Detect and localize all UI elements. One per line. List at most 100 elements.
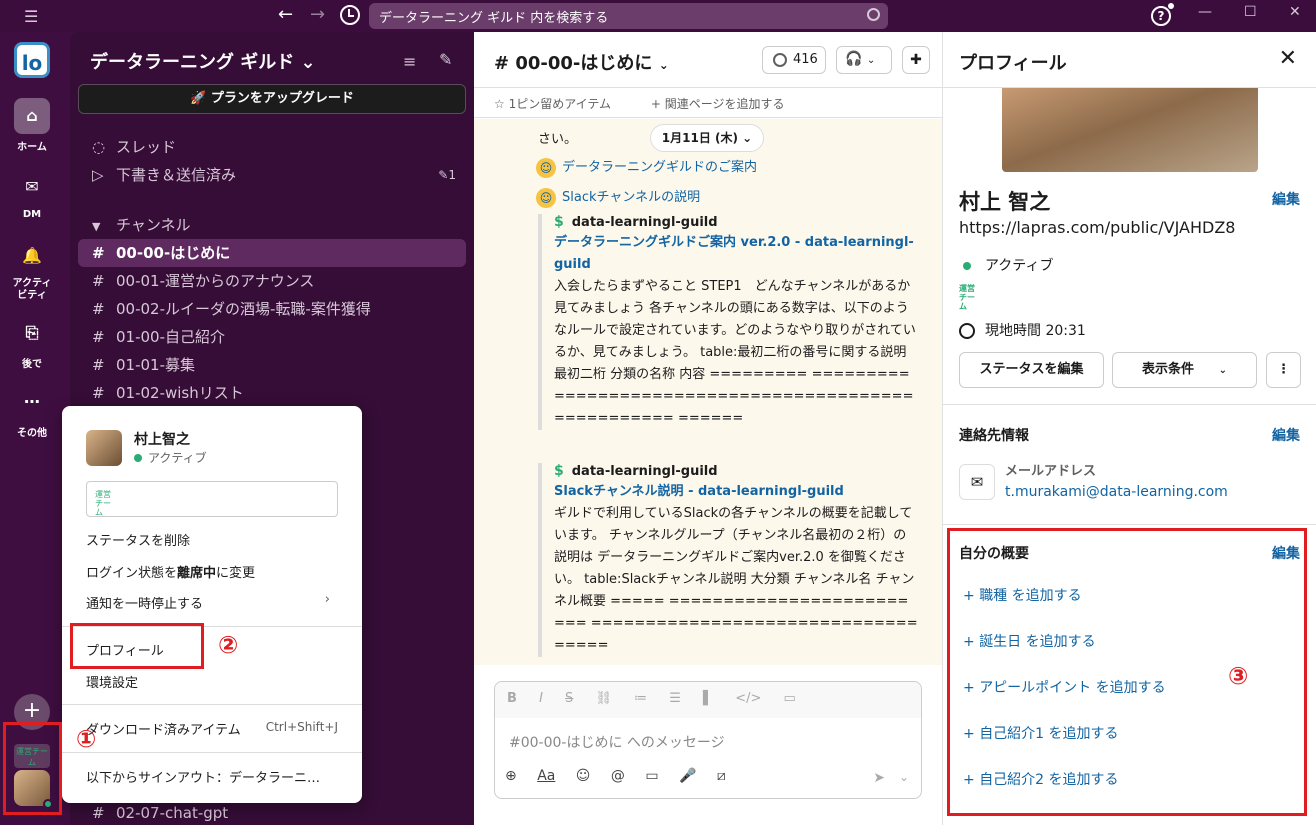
channel-title[interactable]: # 00-00-はじめに ⌄ [494,49,669,75]
sidebar-channel[interactable]: #00-00-はじめに [78,239,466,267]
huddle-button[interactable]: 🎧 ⌄ [836,46,892,74]
italic-icon[interactable]: I [539,691,543,706]
channel-label: 01-01-募集 [116,356,195,374]
upgrade-button[interactable]: 🚀 プランをアップグレード [78,84,466,114]
profile-photo[interactable] [1002,88,1258,172]
attachment-title[interactable]: Slackチャンネル説明 - data-learningl-guild [554,481,918,503]
set-away-item[interactable]: ログイン状態を離席中に変更 [86,562,255,581]
edit-status-button[interactable]: ステータスを編集 [959,352,1104,388]
strike-icon[interactable]: S [565,691,573,706]
pause-notifications-item[interactable]: 通知を一時停止する [86,593,203,612]
edit-contact-link[interactable]: 編集 [1272,425,1300,445]
bullet-list-icon[interactable]: ☰ [669,691,681,706]
history-icon[interactable] [340,5,360,25]
close-window-icon[interactable]: ✕ [1289,4,1301,20]
chevron-down-icon[interactable]: ⌄ [899,770,909,784]
sidebar-channel[interactable]: #01-02-wishリスト [78,379,466,407]
annotation-2: ② [218,631,239,659]
chevron-down-icon: ⌄ [300,52,316,73]
view-options-button[interactable]: 表示条件 ⌄ [1112,352,1257,388]
search-input[interactable]: データラーニング ギルド 内を検索する [369,3,888,29]
preferences-item[interactable]: 環境設定 [86,672,138,691]
rail-activity[interactable]: 🔔 アクティビティ [0,238,64,302]
chevron-down-icon: ⌄ [658,58,669,72]
code-icon[interactable]: </> [735,691,761,706]
text-format-icon[interactable]: Aa [537,768,555,784]
workspace-name[interactable]: データラーニング ギルド ⌄ [90,48,316,74]
local-time: 現地時間 20:31 [959,320,1086,340]
forward-arrow-icon[interactable]: → [310,4,325,25]
annotation-1: ① [76,725,97,753]
emoji-icon[interactable]: ☺ [576,768,591,784]
view-options-label: 表示条件 [1142,362,1195,377]
menu-icon[interactable]: ☰ [24,7,38,26]
more-options-button[interactable]: ⋮ [1266,352,1301,388]
scrapbox-icon: $ [554,214,564,230]
plus-icon[interactable]: ⊕ [505,768,517,784]
pinned-items[interactable]: ☆ 1ピン留めアイテム [494,97,629,111]
microphone-icon[interactable]: 🎤 [679,768,696,784]
rail-later[interactable]: ⎘ 後で [0,315,64,370]
channel-label: 00-02-ルイーダの酒場-転職-案件獲得 [116,300,371,318]
members-button[interactable]: 416 [762,46,826,74]
message-composer[interactable]: B I S ⛓ ≔ ☰ ▌ </> ▭ #00-00-はじめに へのメッセージ … [494,681,922,799]
sidebar-channel[interactable]: #00-01-運営からのアナウンス [78,267,466,295]
email-label: メールアドレス [1005,464,1097,479]
channel-label: 01-02-wishリスト [116,384,244,402]
divider [62,704,362,705]
rail-more[interactable]: ⋯ その他 [0,384,64,439]
attachment-title[interactable]: データラーニングギルドご案内 ver.2.0 - data-learningl-… [554,232,918,276]
sign-out-item[interactable]: 以下からサインアウト：データラーニ… [86,767,320,786]
slash-icon[interactable]: ⧄ [717,768,726,784]
channels-header[interactable]: ▼ チャンネル [78,211,466,239]
code-block-icon[interactable]: ▭ [784,691,796,706]
help-icon[interactable]: ? [1151,6,1171,26]
sidebar-channel[interactable]: #01-01-募集 [78,351,466,379]
send-icon: ▷ [92,166,104,184]
headphones-icon: 🎧 [845,51,863,67]
hash-icon: # [92,356,105,374]
canvas-button[interactable]: ✚ [902,46,930,74]
edit-profile-link[interactable]: 編集 [1272,189,1300,209]
divider [943,404,1316,405]
hash-icon: # [92,384,105,402]
clear-status-item[interactable]: ステータスを削除 [86,530,190,549]
date-divider[interactable]: 1月11日 (木) ⌄ [650,124,764,152]
caret-down-icon: ▼ [92,220,101,233]
downloads-item[interactable]: ダウンロード済みアイテム [86,719,241,738]
attachment-body: ギルドで利用しているSlackの各チャンネルの概要を記載しています。 チャンネル… [554,506,918,653]
message-link[interactable]: ☺ データラーニングギルドのご案内 [536,156,757,178]
sidebar-item-threads[interactable]: ◌ スレッド [78,133,466,161]
ordered-list-icon[interactable]: ≔ [634,691,647,706]
send-icon[interactable]: ➤ [873,770,885,786]
rail-dm[interactable]: ✉ DM [0,169,64,220]
attachment-source: $ data-learningl-guild [554,463,918,479]
compose-icon[interactable]: ✎ [439,50,452,69]
away-bold: 離席中 [177,566,217,581]
maximize-icon[interactable]: ☐ [1244,4,1257,20]
bold-icon[interactable]: B [507,691,517,706]
rail-later-label: 後で [22,359,42,370]
sidebar-channel[interactable]: #00-02-ルイーダの酒場-転職-案件獲得 [78,295,466,323]
add-page-link[interactable]: + 関連ページを追加する [651,97,803,111]
rail-more-label: その他 [17,428,47,439]
mention-icon[interactable]: @ [611,768,625,784]
profile-header: プロフィール ✕ [943,32,1316,88]
sidebar-item-drafts[interactable]: ▷ 下書き＆送信済み ✎1 [78,161,466,189]
sidebar-channel[interactable]: #01-00-自己紹介 [78,323,466,351]
status-input[interactable]: 運営チーム [86,481,338,517]
video-icon[interactable]: ▭ [645,768,658,784]
rail-home[interactable]: ⌂ ホーム [0,98,64,153]
link-icon[interactable]: ⛓ [595,691,612,706]
email-link[interactable]: t.murakami@data-learning.com [1005,484,1228,500]
message-link[interactable]: ☺ Slackチャンネルの説明 [536,186,700,208]
hugging-face-icon: ☺ [536,187,556,208]
rail-activity-label: アクティビティ [12,278,52,301]
member-count: 416 [793,52,818,67]
filter-icon[interactable]: ≡ [403,52,416,71]
close-icon[interactable]: ✕ [1279,46,1297,71]
minimize-icon[interactable]: — [1198,4,1212,20]
back-arrow-icon[interactable]: ← [278,4,293,25]
quote-icon[interactable]: ▌ [703,691,713,706]
workspace-logo[interactable]: lo [14,42,50,78]
